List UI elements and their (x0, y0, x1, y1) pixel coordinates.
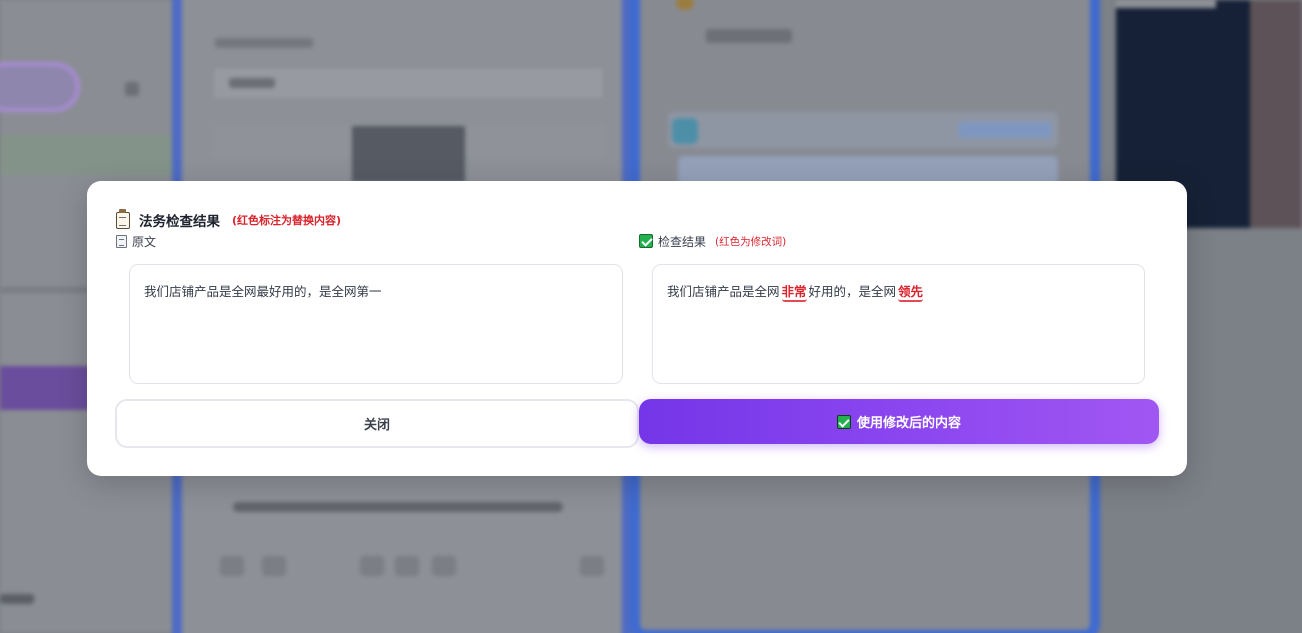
bg-control (580, 556, 604, 576)
original-text: 我们店铺产品是全网最好用的，是全网第一 (144, 284, 382, 299)
bg-control (432, 556, 456, 576)
result-text-box[interactable]: 我们店铺产品是全网 非常 好用的，是全网 领先 (652, 264, 1145, 384)
bg-control (395, 556, 419, 576)
result-text-segment: 我们店铺产品是全网 (667, 284, 780, 299)
bg-text (706, 29, 792, 43)
result-label: 检查结果 (红色为修改词) (639, 234, 787, 249)
bg-band (0, 135, 172, 175)
check-mark-icon (836, 414, 851, 429)
original-label: 原文 (116, 234, 157, 249)
modal-header: 法务检查结果 (红色标注为替换内容) (116, 208, 342, 230)
bg-text (0, 594, 34, 604)
bg-strip (1116, 0, 1216, 8)
close-button[interactable]: 关闭 (115, 399, 639, 448)
bg-icon (125, 82, 139, 96)
replaced-word: 非常 (781, 284, 807, 302)
result-label-note: (红色为修改词) (715, 235, 787, 248)
clipboard-icon (116, 208, 130, 229)
modal-title-note: (红色标注为替换内容) (232, 214, 342, 227)
bg-button (958, 122, 1052, 138)
bg-select-text (229, 78, 275, 88)
result-label-text: 检查结果 (658, 234, 707, 249)
document-icon (116, 234, 127, 248)
legal-check-modal: 法务检查结果 (红色标注为替换内容) 原文 检查结果 (红色为修改词) 我们店铺… (87, 181, 1187, 476)
result-text-segment: 好用的，是全网 (808, 284, 897, 299)
bg-progress-bar (233, 502, 563, 512)
bg-control (262, 556, 286, 576)
check-mark-icon (639, 234, 653, 248)
bg-line (0, 287, 90, 293)
bg-control (220, 556, 244, 576)
original-text-box[interactable]: 我们店铺产品是全网最好用的，是全网第一 (129, 264, 623, 384)
use-modified-content-button[interactable]: 使用修改后的内容 (639, 399, 1159, 444)
original-label-text: 原文 (132, 234, 157, 249)
bg-preview-image (1250, 0, 1302, 228)
bg-label (215, 38, 313, 48)
bg-control (360, 556, 384, 576)
bg-icon (672, 118, 698, 144)
replaced-word: 领先 (898, 284, 924, 302)
bg-pill-button (0, 62, 80, 112)
use-modified-content-label: 使用修改后的内容 (856, 416, 961, 431)
modal-title: 法务检查结果 (139, 214, 220, 230)
bg-thumbnail (352, 126, 465, 182)
